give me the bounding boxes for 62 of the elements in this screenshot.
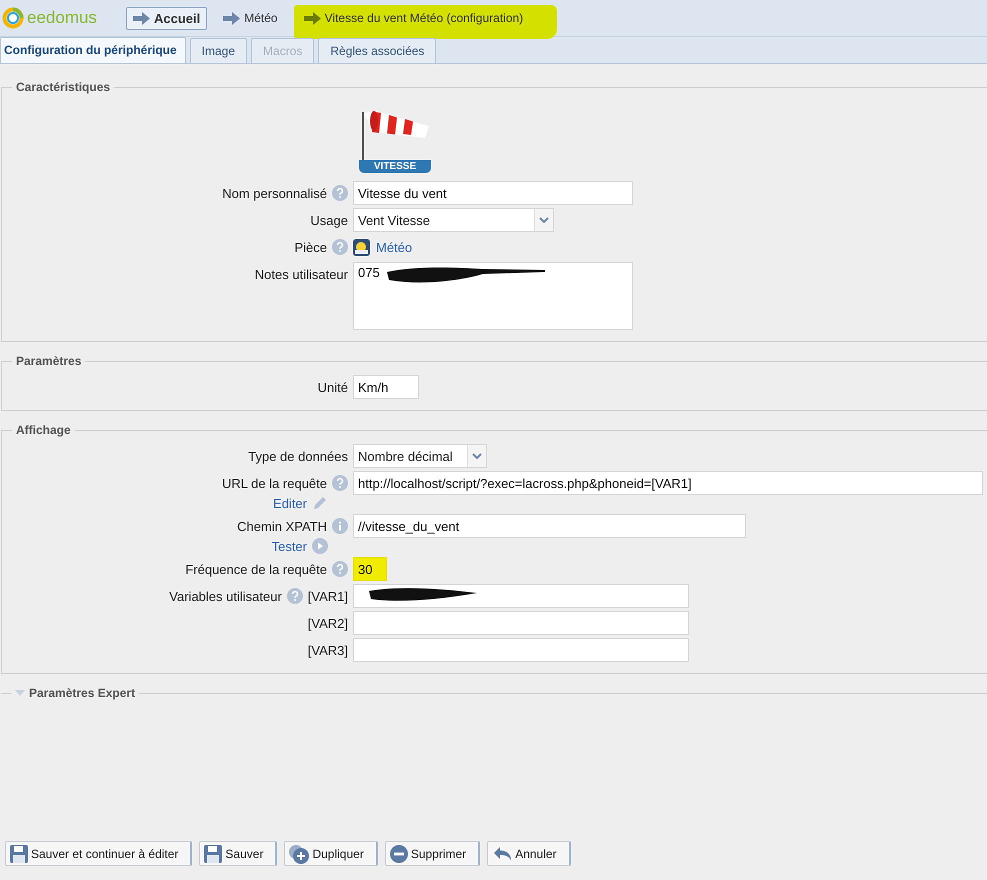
help-icon[interactable] (332, 185, 348, 201)
field-label: Pièce (294, 240, 327, 254)
sun-icon (353, 238, 370, 256)
text-field[interactable]: Vitesse du vent (353, 181, 633, 205)
action-button[interactable]: Dupliquer (284, 841, 378, 866)
play-icon (312, 538, 328, 554)
text-field[interactable] (353, 638, 689, 662)
image-caption: VITESSE (359, 160, 431, 173)
caret-icon (472, 453, 482, 459)
field-label: Usage (310, 212, 348, 228)
tab[interactable]: Image (190, 38, 248, 63)
pencil-icon (312, 495, 328, 511)
help-icon[interactable] (332, 239, 348, 255)
section-toggle[interactable]: Paramètres Expert (15, 686, 136, 700)
caret-icon (539, 217, 549, 223)
arrow-icon (304, 12, 321, 24)
arrow-icon (133, 12, 150, 24)
field-label: Type de données (248, 448, 348, 464)
field-label: Fréquence de la requête (185, 562, 327, 576)
field-label: Nom personnalisé (222, 186, 327, 200)
duplicate-icon (288, 844, 310, 864)
minus-circle-icon (388, 844, 409, 864)
triangle-icon (15, 690, 25, 696)
section-title: Paramètres (15, 354, 82, 368)
tab[interactable]: Règles associées (318, 38, 436, 63)
info-icon[interactable] (332, 518, 348, 534)
action-button[interactable]: Supprimer (384, 841, 480, 866)
text-field[interactable] (353, 611, 689, 635)
variable-label: [VAR2] (308, 616, 348, 630)
text-field[interactable]: http://localhost/script/?exec=lacross.php&phoneid=[VAR1] (353, 471, 983, 495)
breadcrumb-item[interactable]: Vitesse du vent Météo (configuration) (294, 5, 558, 39)
field-label: Chemin XPATH (237, 518, 327, 534)
notes-field[interactable]: 075 (353, 262, 633, 330)
action-button[interactable]: Annuler (487, 841, 571, 866)
field-label: Notes utilisateur (254, 266, 348, 282)
logo-text: eedomus (27, 8, 97, 28)
select-field[interactable]: Vent Vitesse (353, 208, 554, 232)
help-icon[interactable] (332, 475, 348, 491)
field-label: Unité (318, 380, 348, 394)
text-field[interactable]: 30 (353, 557, 387, 581)
text-field[interactable]: //vitesse_du_vent (353, 514, 746, 538)
room-link[interactable]: Météo (353, 235, 412, 259)
select-field[interactable]: Nombre décimal (353, 444, 487, 468)
tab[interactable]: Configuration du périphérique (0, 37, 186, 63)
help-icon[interactable] (286, 588, 303, 604)
help-icon[interactable] (332, 561, 348, 577)
text-field[interactable]: Km/h (353, 375, 419, 399)
windsock-icon (359, 108, 431, 160)
action-button[interactable]: Sauver (199, 841, 278, 866)
action-link[interactable]: Tester (272, 538, 328, 554)
field-label: Variables utilisateur (169, 588, 282, 604)
action-button[interactable]: Sauver et continuer à éditer (5, 841, 192, 866)
breadcrumb-item[interactable]: Météo (217, 8, 284, 28)
breadcrumb-item[interactable]: Accueil (126, 6, 208, 30)
field-label: URL de la requête (222, 476, 327, 490)
section-title: Affichage (15, 423, 72, 437)
variable-label: [VAR1] (308, 588, 348, 604)
section-title: Caractéristiques (15, 80, 112, 94)
arrow-icon (223, 12, 240, 24)
variable-label: [VAR3] (308, 642, 348, 658)
logo-icon (2, 7, 24, 29)
action-link[interactable]: Editer (273, 495, 328, 511)
